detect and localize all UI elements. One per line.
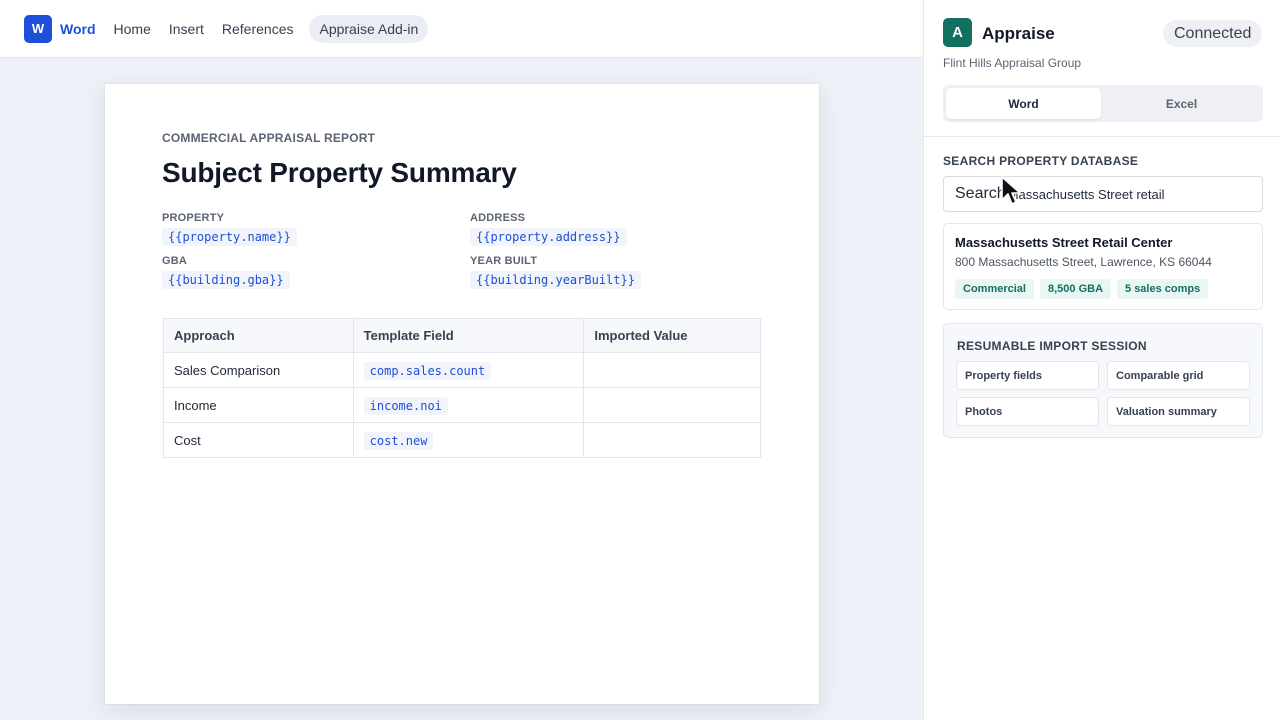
menu-references[interactable]: References: [222, 15, 294, 43]
table-row: Income income.noi: [163, 387, 761, 423]
word-document-area: W Word Home Insert References Appraise A…: [0, 0, 923, 720]
import-property-fields-button[interactable]: Property fields: [956, 361, 1099, 390]
template-field-cell[interactable]: income.noi: [352, 387, 585, 423]
word-logo-icon: W: [24, 14, 52, 43]
search-section-label: SEARCH PROPERTY DATABASE: [943, 154, 1139, 168]
menu-appraise-add-in[interactable]: Appraise Add-in: [309, 14, 429, 43]
app-name: Word: [60, 20, 96, 37]
field-token: cost.new: [363, 431, 434, 450]
tab-word[interactable]: Word: [946, 88, 1101, 119]
mouse-pointer-icon: [1001, 176, 1021, 205]
approach-cell[interactable]: Cost: [163, 422, 354, 458]
import-photos-button[interactable]: Photos: [956, 397, 1099, 426]
chip-gba: 8,500 GBA: [1039, 279, 1112, 299]
menu-home[interactable]: Home: [114, 15, 151, 43]
merge-field-token[interactable]: {{building.gba}}: [162, 271, 290, 289]
column-header-approach: Approach: [163, 318, 354, 353]
session-title: RESUMABLE IMPORT SESSION: [957, 339, 1147, 353]
tab-excel[interactable]: Excel: [1104, 88, 1259, 119]
field-label: YEAR BUILT: [470, 255, 538, 267]
template-field-cell[interactable]: comp.sales.count: [352, 352, 585, 388]
field-address: ADDRESS {{property.address}}: [470, 212, 627, 246]
approach-cell[interactable]: Income: [163, 387, 354, 423]
field-property: PROPERTY {{property.name}}: [162, 212, 297, 246]
table-row: Cost cost.new: [163, 422, 761, 458]
merge-field-token[interactable]: {{building.yearBuilt}}: [470, 271, 641, 289]
field-label: GBA: [162, 255, 188, 267]
table-row: Sales Comparison comp.sales.count: [163, 352, 761, 388]
template-field-cell[interactable]: cost.new: [352, 422, 585, 458]
chip-sales-comps: 5 sales comps: [1117, 279, 1209, 299]
imported-value-cell[interactable]: [583, 352, 761, 388]
host-app-toggle: Word Excel: [943, 85, 1263, 122]
approach-table: Approach Template Field Imported Value S…: [163, 318, 761, 458]
field-label: PROPERTY: [162, 212, 225, 224]
import-comparable-grid-button[interactable]: Comparable grid: [1107, 361, 1250, 390]
imported-value-cell[interactable]: [583, 387, 761, 423]
field-token: income.noi: [363, 396, 448, 415]
field-token: comp.sales.count: [363, 361, 492, 380]
table-header-row: Approach Template Field Imported Value: [163, 318, 761, 353]
merge-field-token[interactable]: {{property.name}}: [162, 228, 297, 246]
import-valuation-summary-button[interactable]: Valuation summary: [1107, 397, 1250, 426]
search-query: Massachusetts Street retail: [1007, 186, 1165, 202]
field-label: ADDRESS: [470, 212, 526, 224]
search-placeholder: Search: [955, 185, 1006, 202]
connection-status-badge: Connected: [1163, 20, 1263, 47]
column-header-imported-value: Imported Value: [583, 318, 761, 353]
document-page[interactable]: COMMERCIAL APPRAISAL REPORT Subject Prop…: [105, 84, 819, 704]
result-chips: Commercial 8,500 GBA 5 sales comps: [955, 279, 1251, 299]
import-session-card: RESUMABLE IMPORT SESSION Property fields…: [943, 323, 1263, 438]
chip-property-type: Commercial: [955, 279, 1034, 299]
organization-name: Flint Hills Appraisal Group: [943, 56, 1082, 70]
menu-insert[interactable]: Insert: [169, 15, 204, 43]
word-ribbon: W Word Home Insert References Appraise A…: [0, 0, 923, 58]
divider: [924, 136, 1280, 137]
property-search-input[interactable]: Search Massachusetts Street retail: [943, 176, 1263, 212]
appraise-logo-icon: A: [943, 18, 972, 47]
search-result-card[interactable]: Massachusetts Street Retail Center 800 M…: [943, 223, 1263, 310]
document-title: Subject Property Summary: [162, 157, 517, 188]
appraise-task-pane: A Appraise Connected Flint Hills Apprais…: [923, 0, 1280, 720]
field-year-built: YEAR BUILT {{building.yearBuilt}}: [470, 255, 641, 289]
field-gba: GBA {{building.gba}}: [162, 255, 290, 289]
result-title: Massachusetts Street Retail Center: [955, 235, 1173, 250]
merge-field-token[interactable]: {{property.address}}: [470, 228, 627, 246]
pane-title: Appraise: [982, 24, 1055, 43]
imported-value-cell[interactable]: [583, 422, 761, 458]
column-header-template-field: Template Field: [352, 318, 585, 353]
document-kicker: COMMERCIAL APPRAISAL REPORT: [162, 131, 376, 145]
result-address: 800 Massachusetts Street, Lawrence, KS 6…: [955, 255, 1212, 269]
approach-cell[interactable]: Sales Comparison: [163, 352, 354, 388]
